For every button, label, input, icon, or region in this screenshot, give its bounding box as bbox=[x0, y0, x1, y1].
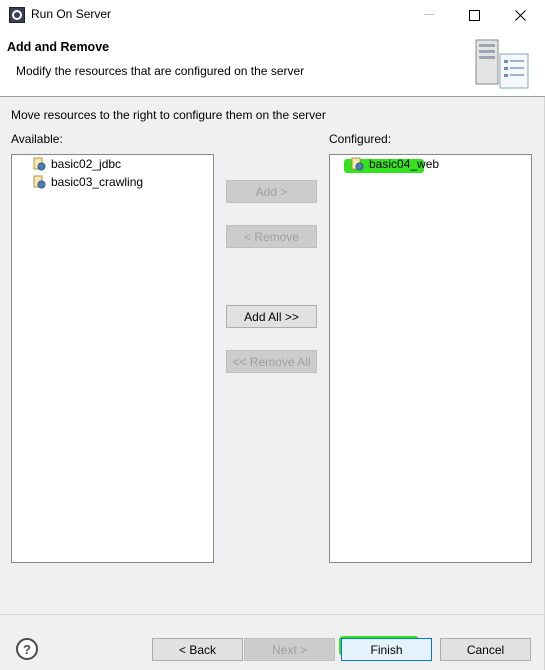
page-description: Modify the resources that are configured… bbox=[16, 64, 305, 78]
finish-button-wrap: Finish bbox=[339, 636, 432, 661]
back-button[interactable]: < Back bbox=[152, 638, 243, 661]
page-title: Add and Remove bbox=[7, 40, 110, 54]
list-item-basic03-crawling[interactable]: basic03_crawling bbox=[32, 173, 143, 191]
maximize-icon bbox=[468, 9, 480, 21]
list-item-label: basic04_web bbox=[369, 157, 440, 171]
maximize-button[interactable] bbox=[451, 0, 497, 30]
close-button[interactable] bbox=[497, 0, 543, 30]
add-button[interactable]: Add > bbox=[226, 180, 317, 203]
remove-all-button[interactable]: << Remove All bbox=[226, 350, 317, 373]
list-item-basic04-web[interactable]: basic04_web bbox=[350, 155, 439, 173]
finish-button[interactable]: Finish bbox=[341, 638, 432, 661]
list-item-basic02-jdbc[interactable]: basic02_jdbc bbox=[32, 155, 121, 173]
close-icon bbox=[514, 9, 526, 21]
web-project-icon bbox=[351, 157, 364, 171]
list-item-label: basic02_jdbc bbox=[51, 157, 122, 171]
configured-list[interactable]: basic04_web bbox=[329, 154, 532, 563]
server-wizard-icon bbox=[475, 39, 529, 89]
cancel-button[interactable]: Cancel bbox=[440, 638, 531, 661]
available-list[interactable]: basic02_jdbc basic03_crawling bbox=[11, 154, 214, 563]
configured-label: Configured: bbox=[329, 132, 392, 146]
add-all-button[interactable]: Add All >> bbox=[226, 305, 317, 328]
available-label: Available: bbox=[11, 132, 63, 146]
next-button[interactable]: Next > bbox=[244, 638, 335, 661]
instruction-text: Move resources to the right to configure… bbox=[11, 108, 326, 122]
title-bar: Run On Server bbox=[0, 0, 545, 30]
help-button[interactable]: ? bbox=[16, 638, 38, 660]
finish-label: Finish bbox=[370, 642, 403, 657]
run-on-server-dialog: Run On Server Add and Remove Modify the … bbox=[0, 0, 545, 670]
footer-divider bbox=[0, 614, 545, 615]
eclipse-app-icon bbox=[9, 7, 25, 23]
wizard-banner: Add and Remove Modify the resources that… bbox=[0, 30, 545, 97]
web-project-icon bbox=[33, 157, 46, 171]
window-title: Run On Server bbox=[31, 7, 112, 21]
list-item-label: basic03_crawling bbox=[51, 175, 144, 189]
minimize-button[interactable] bbox=[406, 0, 452, 30]
remove-button[interactable]: < Remove bbox=[226, 225, 317, 248]
web-project-icon bbox=[33, 175, 46, 189]
minimize-icon bbox=[423, 14, 434, 15]
